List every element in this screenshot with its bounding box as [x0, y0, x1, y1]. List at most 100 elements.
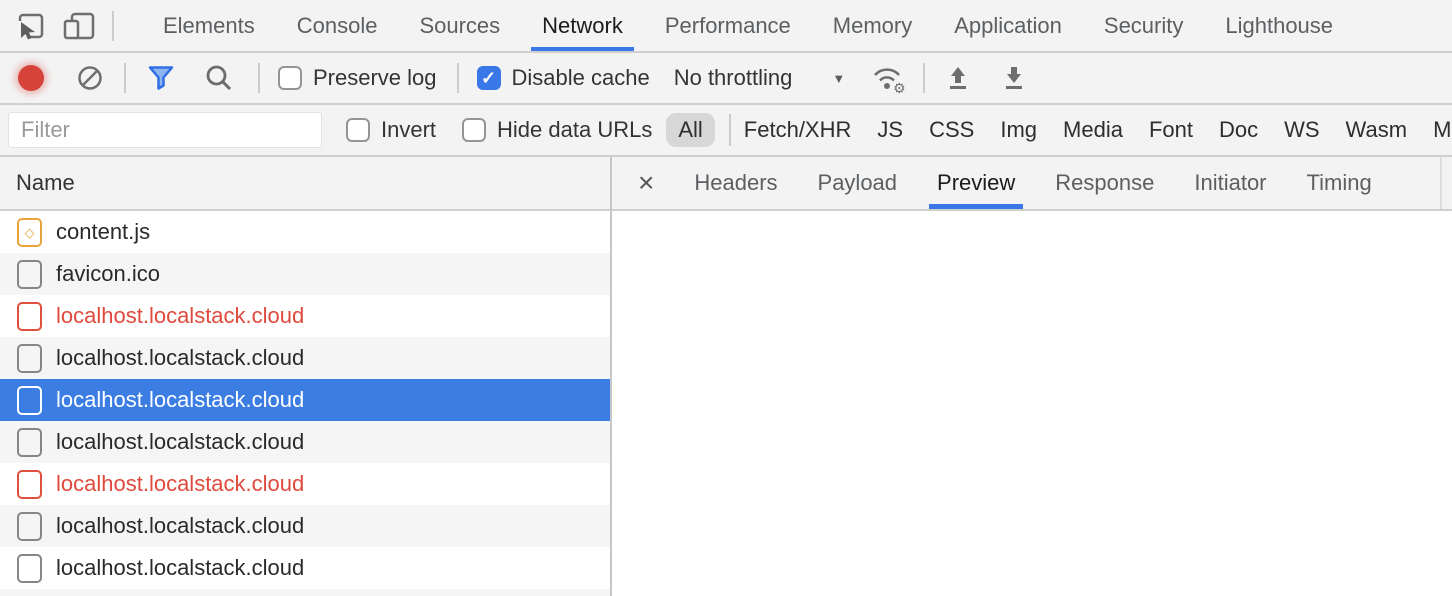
json-prop-challenge-name: ChallengeName: "PASSWORD_VERIFIER": [628, 251, 1452, 282]
filter-type-img[interactable]: Img: [1000, 117, 1037, 143]
detail-tabs: Headers Payload Preview Response Initiat…: [674, 157, 1391, 209]
document-file-icon: [17, 554, 42, 583]
request-row-localstack[interactable]: localhost.localstack.cloud: [0, 421, 610, 463]
toolbar-separator: [124, 63, 126, 93]
filter-type-fetch-xhr[interactable]: Fetch/XHR: [744, 117, 852, 143]
tab-security[interactable]: Security: [1083, 0, 1204, 51]
close-icon[interactable]: ×: [632, 169, 660, 197]
filter-type-ws[interactable]: WS: [1284, 117, 1319, 143]
invert-label: Invert: [381, 117, 436, 143]
filter-type-wasm[interactable]: Wasm: [1346, 117, 1408, 143]
tab-performance[interactable]: Performance: [644, 0, 812, 51]
hide-data-urls-label: Hide data URLs: [497, 117, 652, 143]
inspect-cursor-icon: [16, 11, 46, 41]
document-file-icon: [17, 470, 42, 499]
request-row-localstack[interactable]: localhost.localstack.cloud: [0, 337, 610, 379]
request-row-localstack[interactable]: localhost.localstack.cloud: [0, 547, 610, 589]
tab-application[interactable]: Application: [933, 0, 1083, 51]
hide-data-urls-checkbox[interactable]: [462, 118, 486, 142]
request-name: localhost.localstack.cloud: [56, 387, 304, 413]
network-conditions-button[interactable]: ⚙: [871, 62, 907, 94]
filter-toggle-button[interactable]: [146, 63, 176, 93]
document-file-icon: [17, 344, 42, 373]
tab-lighthouse[interactable]: Lighthouse: [1204, 0, 1354, 51]
inspect-element-button[interactable]: [16, 11, 46, 41]
request-row-partial: [0, 589, 610, 596]
script-file-icon: ◇: [17, 218, 42, 247]
disable-cache-checkbox[interactable]: ✓: [477, 66, 501, 90]
devtools-window: Elements Console Sources Network Perform…: [0, 0, 1452, 596]
device-toolbar-button[interactable]: [62, 11, 96, 41]
filter-separator: [729, 114, 731, 146]
json-prop-salt: SALT: "89b54330": [628, 313, 1452, 344]
request-row-localstack-error[interactable]: localhost.localstack.cloud: [0, 463, 610, 505]
tab-preview[interactable]: Preview: [917, 157, 1035, 209]
device-toolbar-icon: [62, 11, 96, 41]
network-toolbar: Preserve log ✓ Disable cache No throttli…: [0, 53, 1452, 105]
request-row-localstack-error[interactable]: localhost.localstack.cloud: [0, 295, 610, 337]
export-har-icon: [1001, 64, 1027, 92]
tab-network[interactable]: Network: [521, 0, 644, 51]
chevron-down-icon: ▼: [832, 71, 845, 86]
document-file-icon: [17, 302, 42, 331]
search-icon: [204, 63, 234, 93]
filter-type-doc[interactable]: Doc: [1219, 117, 1258, 143]
import-har-icon: [945, 64, 971, 92]
json-prop-challenge-parameters[interactable]: ▼ChallengeParameters: {USER_ID_FOR_SRP: …: [628, 282, 1452, 313]
request-name: localhost.localstack.cloud: [56, 429, 304, 455]
tab-headers[interactable]: Headers: [674, 157, 797, 209]
filter-type-media[interactable]: Media: [1063, 117, 1123, 143]
request-row-localstack[interactable]: localhost.localstack.cloud: [0, 505, 610, 547]
throttling-value: No throttling: [674, 65, 793, 91]
json-root-line[interactable]: ▼{ChallengeName: "PASSWORD_VERIFIER",…}: [628, 220, 1452, 251]
tab-console[interactable]: Console: [276, 0, 399, 51]
tab-memory[interactable]: Memory: [812, 0, 933, 51]
filter-type-manifest[interactable]: Manifest: [1433, 117, 1452, 143]
tab-initiator[interactable]: Initiator: [1174, 157, 1286, 209]
detail-tabbar: × Headers Payload Preview Response Initi…: [612, 157, 1452, 211]
preserve-log-label: Preserve log: [313, 65, 437, 91]
toolbar-separator: [258, 63, 260, 93]
export-har-button[interactable]: [1001, 64, 1027, 92]
check-icon: ✓: [481, 69, 496, 87]
search-button[interactable]: [204, 63, 234, 93]
preserve-log-checkbox[interactable]: [278, 66, 302, 90]
request-name: localhost.localstack.cloud: [56, 345, 304, 371]
toolbar-separator: [457, 63, 459, 93]
svg-text:⚙: ⚙: [893, 81, 906, 94]
request-name: favicon.ico: [56, 261, 160, 287]
network-conditions-icon: ⚙: [871, 62, 907, 94]
filter-type-css[interactable]: CSS: [929, 117, 974, 143]
filter-type-all[interactable]: All: [666, 113, 714, 147]
document-file-icon: [17, 386, 42, 415]
request-row-content-js[interactable]: ◇ content.js: [0, 211, 610, 253]
tab-elements[interactable]: Elements: [142, 0, 276, 51]
invert-checkbox[interactable]: [346, 118, 370, 142]
tab-response[interactable]: Response: [1035, 157, 1174, 209]
filter-type-font[interactable]: Font: [1149, 117, 1193, 143]
filter-bar: Invert Hide data URLs All Fetch/XHR JS C…: [0, 105, 1452, 157]
json-prop-secret-block: SECRET_BLOCK: "ZWQ5ZGFkMWE=": [628, 344, 1452, 375]
request-row-localstack-selected[interactable]: localhost.localstack.cloud: [0, 379, 610, 421]
main-tabbar: Elements Console Sources Network Perform…: [0, 0, 1452, 53]
filter-type-js[interactable]: JS: [877, 117, 903, 143]
clear-button[interactable]: [76, 64, 104, 92]
request-row-favicon[interactable]: favicon.ico: [0, 253, 610, 295]
throttling-select[interactable]: No throttling ▼: [674, 65, 846, 91]
clear-icon: [76, 64, 104, 92]
tab-payload[interactable]: Payload: [798, 157, 918, 209]
tab-timing[interactable]: Timing: [1287, 157, 1392, 209]
disable-cache-label: Disable cache: [512, 65, 650, 91]
document-file-icon: [17, 512, 42, 541]
name-column-header[interactable]: Name: [0, 157, 610, 211]
filter-input[interactable]: [8, 112, 322, 148]
json-prop-user-id-for-srp: USER_ID_FOR_SRP: "test@example.com": [628, 406, 1452, 437]
request-name: localhost.localstack.cloud: [56, 555, 304, 581]
tab-sources[interactable]: Sources: [398, 0, 521, 51]
import-har-button[interactable]: [945, 64, 971, 92]
json-preview-tree: ▼{ChallengeName: "PASSWORD_VERIFIER",…} …: [612, 211, 1452, 596]
request-type-filters: All Fetch/XHR JS CSS Img Media Font Doc …: [664, 113, 1452, 147]
network-panel-split: Name ◇ content.js favicon.ico localhost.…: [0, 157, 1452, 596]
record-button[interactable]: [18, 65, 44, 91]
request-name: localhost.localstack.cloud: [56, 303, 304, 329]
